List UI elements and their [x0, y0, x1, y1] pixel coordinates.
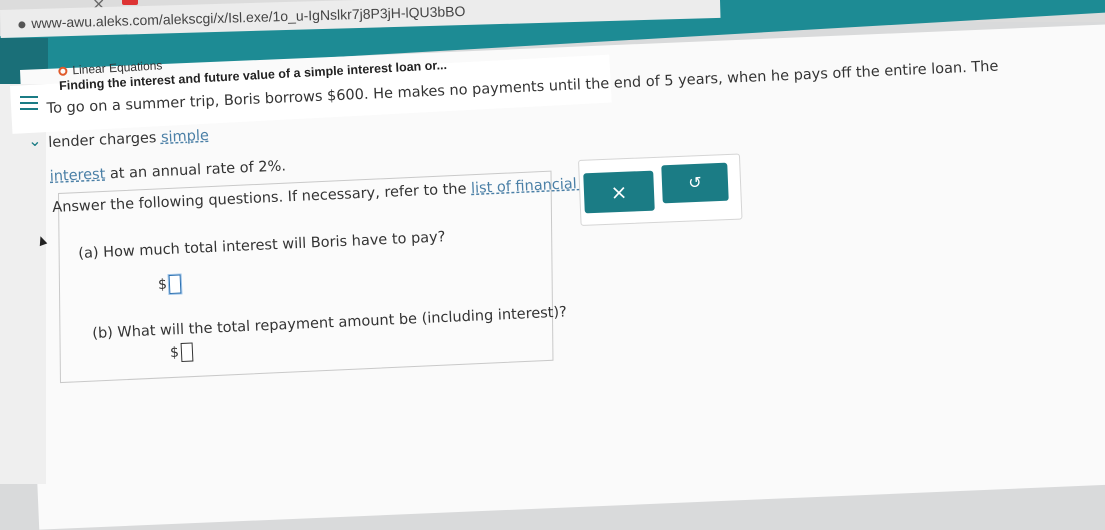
currency-symbol: $: [169, 344, 180, 362]
topic-status-icon: [58, 66, 68, 76]
chevron-down-icon[interactable]: ⌄: [28, 131, 42, 150]
answer-a-input[interactable]: [168, 274, 182, 295]
clear-button[interactable]: ×: [583, 170, 655, 214]
answer-b-input[interactable]: [180, 342, 194, 363]
tab-favicon-icon: [122, 0, 138, 5]
answer-a: $: [157, 274, 182, 295]
simple-link[interactable]: simple: [161, 128, 210, 146]
currency-symbol: $: [157, 276, 168, 294]
undo-button[interactable]: ↺: [661, 162, 729, 204]
menu-icon[interactable]: [20, 96, 38, 114]
interest-link[interactable]: interest: [49, 166, 105, 184]
problem-line-2: at an annual rate of 2%.: [105, 158, 287, 183]
answer-b: $: [169, 342, 194, 363]
security-icon: [18, 21, 26, 29]
